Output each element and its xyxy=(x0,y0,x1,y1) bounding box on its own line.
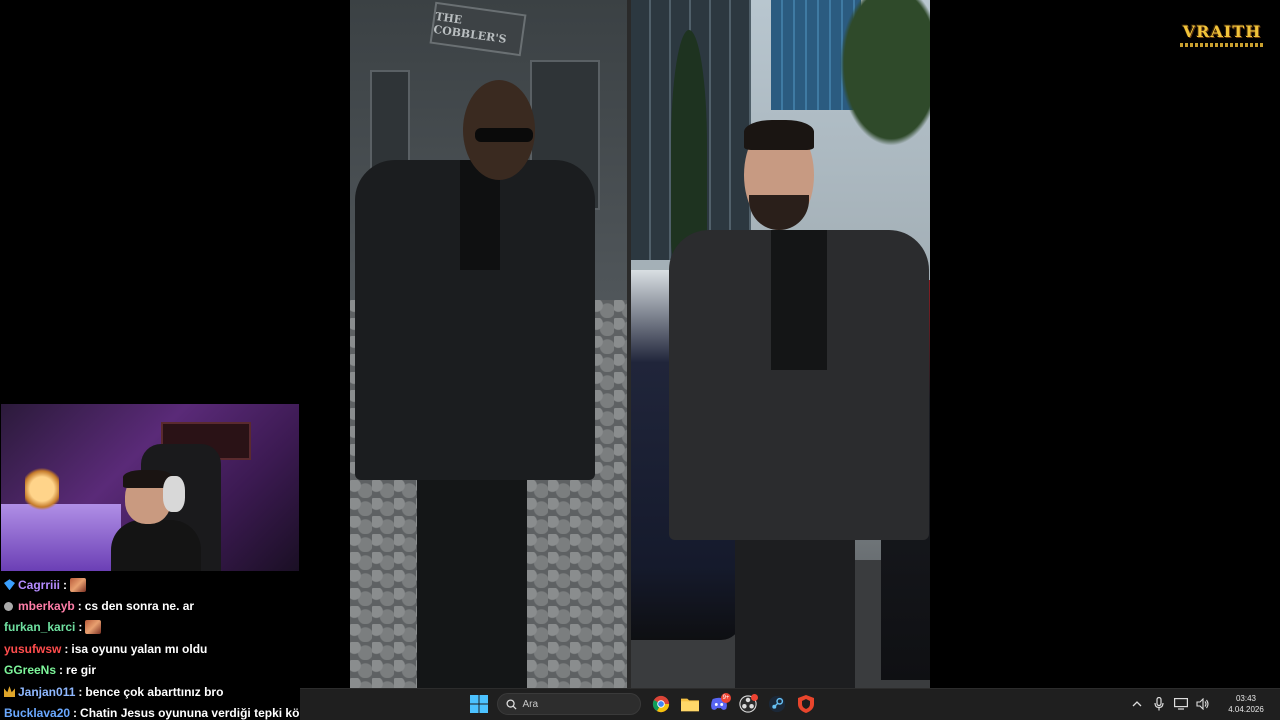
file-explorer-button[interactable] xyxy=(676,690,704,718)
chat-separator: : xyxy=(64,641,69,656)
clock-time: 03:43 xyxy=(1235,694,1257,703)
security-app-button[interactable] xyxy=(792,690,820,718)
game-render-panel: THE COBBLER'S xyxy=(350,0,627,688)
chat-username: GGreeNs xyxy=(4,663,57,678)
real-photo-panel xyxy=(631,0,930,688)
headset xyxy=(163,476,185,512)
chat-username: furkan_karci xyxy=(4,620,76,635)
steam-icon xyxy=(768,695,786,713)
chat-message: GGreeNs: re gir xyxy=(0,660,300,681)
microphone-icon xyxy=(1154,697,1164,711)
volume-button[interactable] xyxy=(1193,694,1213,714)
speaker-icon xyxy=(1196,698,1209,710)
gear-icon xyxy=(4,601,13,611)
chat-text: cs den sonra ne. ar xyxy=(84,599,195,614)
steam-app-button[interactable] xyxy=(763,690,791,718)
lamp xyxy=(25,464,59,514)
chat-username: Cagrriii xyxy=(18,577,61,592)
chat-message: Cagrriii: xyxy=(0,574,300,595)
streamer xyxy=(111,470,201,571)
search-placeholder: Ara xyxy=(522,698,539,710)
chat-text: re gir xyxy=(66,663,97,678)
discord-app-button[interactable]: 9+ xyxy=(705,690,733,718)
chrome-icon xyxy=(652,695,670,713)
stream-logo: VRAITH xyxy=(1176,16,1268,47)
folder-icon xyxy=(681,698,699,712)
windows-icon xyxy=(469,695,488,713)
chat-username: mberkayb xyxy=(18,599,75,614)
game-character xyxy=(355,80,605,688)
obs-recording-dot xyxy=(751,694,758,701)
network-icon xyxy=(1174,698,1188,710)
chat-message: furkan_karci: xyxy=(0,617,300,638)
logo-underline xyxy=(1180,43,1264,47)
microphone-button[interactable] xyxy=(1149,694,1169,714)
show-hidden-icons-button[interactable] xyxy=(1127,694,1147,714)
system-tray: 03:43 4.04.2026 xyxy=(1126,688,1280,720)
system-clock[interactable]: 03:43 4.04.2026 xyxy=(1218,693,1274,715)
chat-message: mberkayb: cs den sonra ne. ar xyxy=(0,595,300,616)
chat-emote xyxy=(85,620,102,635)
start-button[interactable] xyxy=(465,690,493,718)
taskbar: Ara 9+ 03:43 4.04.2026 xyxy=(0,688,1280,720)
chat-emote xyxy=(70,577,87,592)
search-icon xyxy=(505,698,517,710)
logo-text: VRAITH xyxy=(1182,21,1262,41)
lit-shelf xyxy=(1,504,121,571)
discord-notification-badge: 9+ xyxy=(721,693,731,703)
chat-separator: : xyxy=(59,663,64,678)
diamond-icon xyxy=(4,579,15,591)
real-person xyxy=(669,120,929,688)
shield-icon xyxy=(798,695,814,713)
chat-username: yusufwsw xyxy=(4,641,62,656)
clock-date: 4.04.2026 xyxy=(1228,705,1264,714)
chat-separator: : xyxy=(78,620,83,635)
search-input[interactable]: Ara xyxy=(496,693,641,715)
network-button[interactable] xyxy=(1171,694,1191,714)
chat-separator: : xyxy=(63,577,68,592)
webcam-feed xyxy=(1,404,299,571)
obs-app-button[interactable] xyxy=(734,690,762,718)
chat-message: yusufwsw: isa oyunu yalan mı oldu xyxy=(0,638,300,659)
chrome-app-button[interactable] xyxy=(647,690,675,718)
stream-main-image: THE COBBLER'S xyxy=(350,0,930,688)
chevron-up-icon xyxy=(1132,701,1142,707)
chat-text: isa oyunu yalan mı oldu xyxy=(71,641,208,656)
chat-separator: : xyxy=(77,599,82,614)
taskbar-center: Ara 9+ xyxy=(464,688,821,720)
